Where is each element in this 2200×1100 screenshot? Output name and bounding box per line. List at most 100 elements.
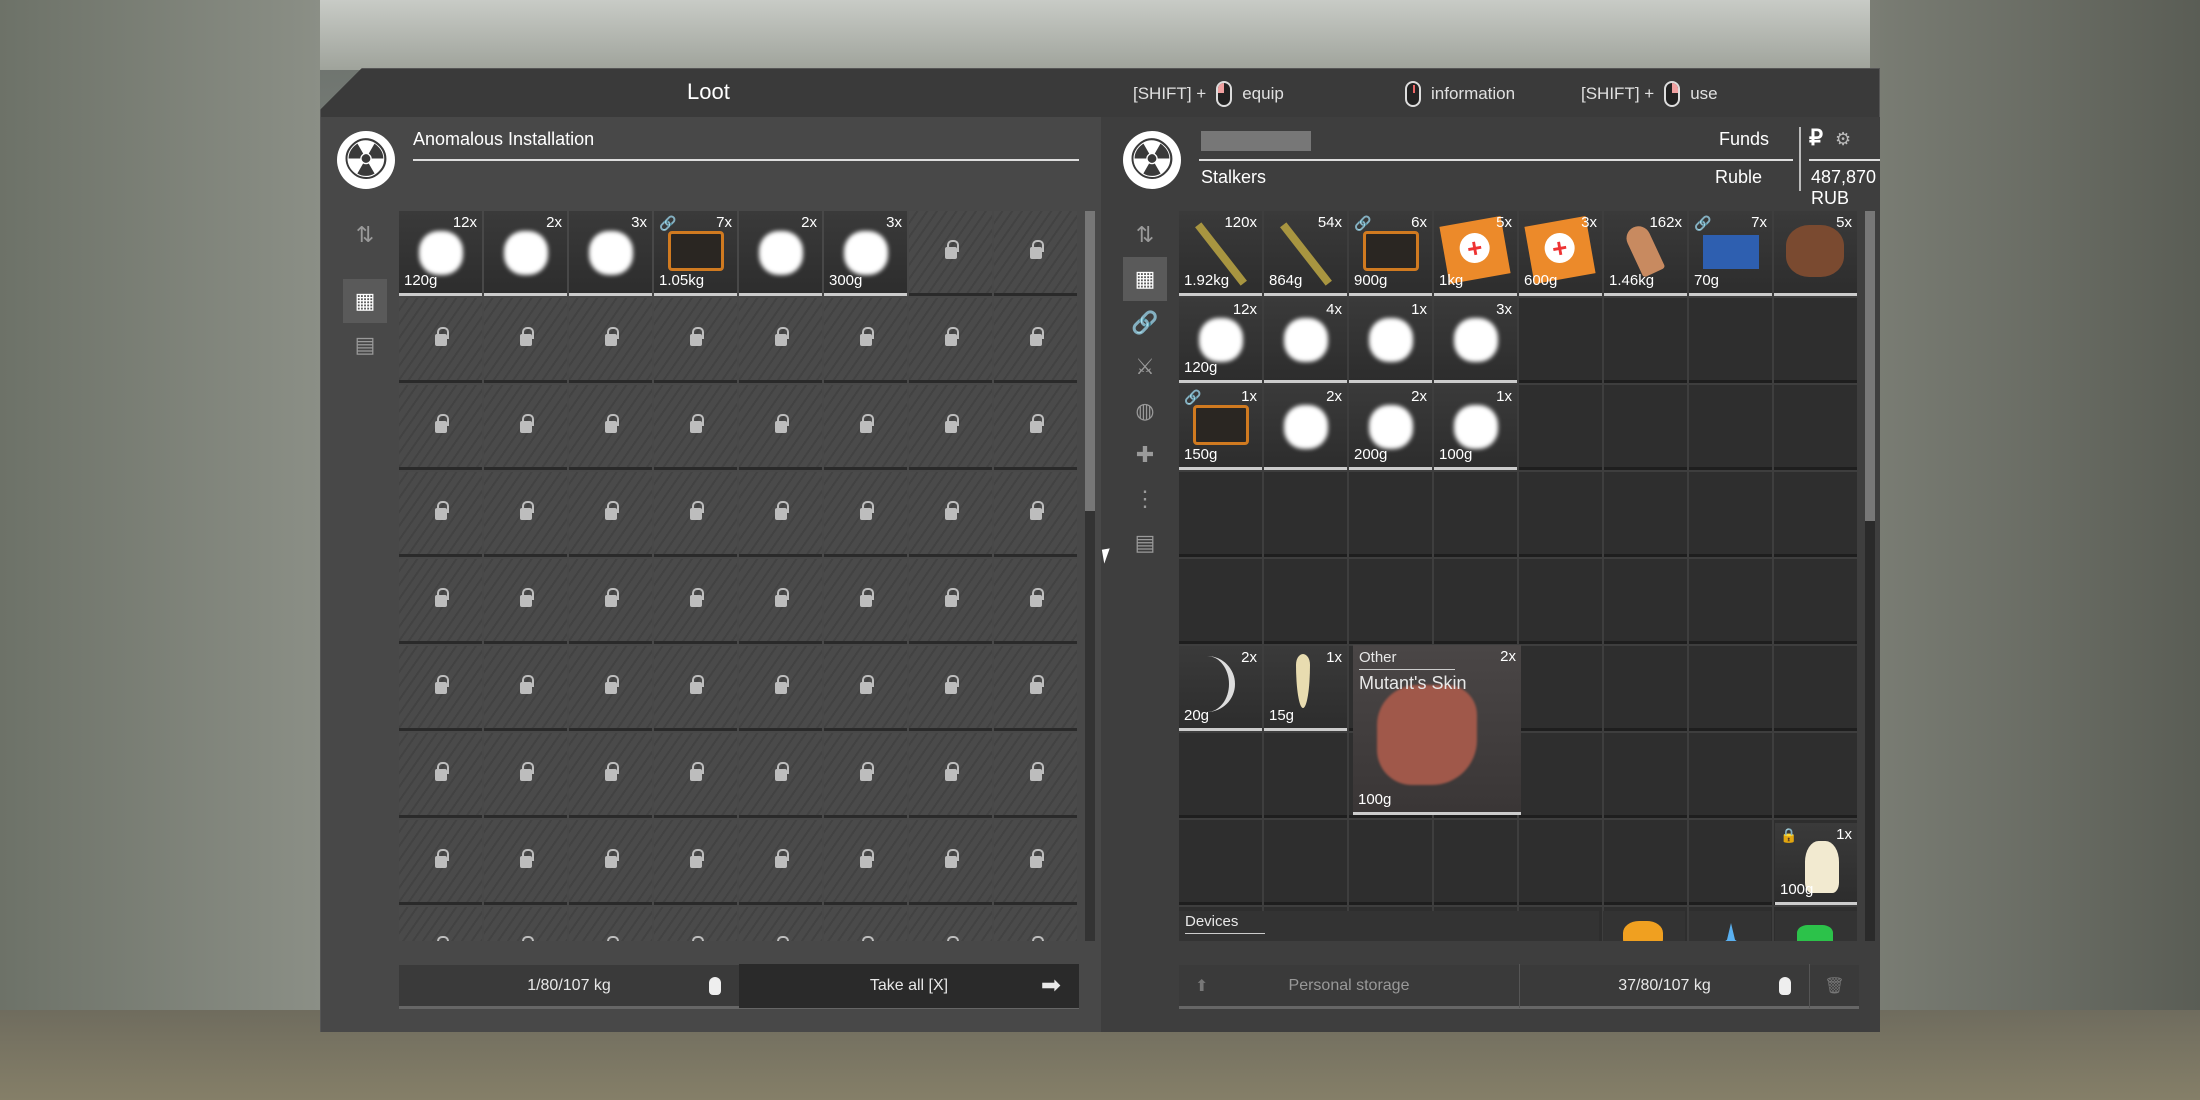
locked-slot (399, 646, 482, 731)
device-slot[interactable] (1775, 911, 1857, 941)
inventory-capacity: 37/80/107 kg (1618, 976, 1711, 994)
hint-label: information (1431, 84, 1516, 103)
sort-icon[interactable]: ⇅ (343, 213, 387, 257)
link-icon: 🔗 (659, 215, 677, 231)
item-qty: 1x (1836, 826, 1852, 843)
artifact-icon (504, 231, 548, 275)
locked-slot (994, 211, 1077, 296)
weight-icon (1779, 976, 1791, 995)
locked-slot (994, 385, 1077, 470)
storage-icon: ⬆ (1195, 977, 1209, 995)
locked-slot (484, 298, 567, 383)
item-qty: 2x (1500, 648, 1516, 665)
hint-use: [SHIFT] + use (1581, 81, 1718, 107)
locked-slot (909, 559, 992, 644)
container-name: Anomalous Installation (413, 129, 595, 149)
box-icon[interactable]: ▤ (1123, 521, 1167, 565)
locked-slot (399, 559, 482, 644)
locked-slot (569, 472, 652, 557)
mutant-skin-icon (1377, 685, 1477, 785)
locked-slot (824, 472, 907, 557)
background (1870, 0, 2200, 1100)
item-weight: 120g (404, 272, 438, 289)
locked-slot (484, 733, 567, 818)
gear-icon[interactable]: ⚙ (1835, 129, 1851, 150)
item-qty: 12x (452, 214, 477, 231)
locked-slot (994, 820, 1077, 905)
locked-slot (399, 907, 482, 941)
locked-slot (909, 733, 992, 818)
inventory-item[interactable]: 3x (569, 211, 652, 296)
inventory-item[interactable]: 2x (484, 211, 567, 296)
item-name: Mutant's Skin (1359, 673, 1467, 693)
locked-slot (824, 907, 907, 941)
locked-slot (739, 559, 822, 644)
artifact-icon[interactable]: ◍ (1123, 389, 1167, 433)
locked-slot (994, 298, 1077, 383)
weight-icon (709, 976, 721, 995)
inventory-item[interactable]: 2x (739, 211, 822, 296)
attachments-icon[interactable]: 🔗 (1123, 301, 1167, 345)
locked-slot (909, 820, 992, 905)
right-category-nav: ⇅ ▦ 🔗 ⚔ ◍ ✚ ⋮ ▤ (1123, 213, 1167, 565)
box-icon[interactable]: ▤ (343, 323, 387, 367)
locked-slot (399, 298, 482, 383)
locked-slot (484, 559, 567, 644)
inventory-item[interactable]: 🔗 7x 1.05kg (654, 211, 737, 296)
locked-slot (654, 472, 737, 557)
inventory-footer: ⬆ Personal storage 37/80/107 kg 🗑 (1179, 963, 1859, 1009)
locked-slot (569, 907, 652, 941)
grid-icon[interactable]: ▦ (343, 279, 387, 323)
device-slot[interactable] (1603, 911, 1685, 941)
bag-item[interactable]: 🔒 1x 100g (1775, 823, 1857, 905)
locked-slot (824, 820, 907, 905)
take-all-button[interactable]: Take all [X] ➡ (739, 963, 1079, 1008)
mutant-skin-tooltip-item[interactable]: Other Mutant's Skin 2x 100g (1353, 645, 1521, 815)
medkit-icon[interactable]: ✚ (1123, 433, 1167, 477)
ammo-icon[interactable]: ⋮ (1123, 477, 1167, 521)
inventory-item[interactable]: 3x 300g (824, 211, 907, 296)
inventory-item[interactable]: 12x 120g (399, 211, 482, 296)
artifact-icon (589, 231, 633, 275)
locked-slot (909, 211, 992, 296)
ruble-icon: ₽ (1809, 125, 1823, 150)
locked-slot (994, 559, 1077, 644)
locked-slot (824, 733, 907, 818)
funds-label: Funds (1719, 129, 1770, 149)
locked-slot (654, 820, 737, 905)
trash-button[interactable]: 🗑 (1809, 963, 1859, 1008)
divider (413, 159, 1079, 161)
weapon-icon[interactable]: ⚔ (1123, 345, 1167, 389)
divider (1359, 669, 1455, 670)
device-slot[interactable] (1689, 911, 1771, 941)
locked-slot (399, 820, 482, 905)
locked-slot (569, 559, 652, 644)
divider (1185, 933, 1265, 934)
trash-icon: 🗑 (1824, 977, 1845, 995)
player-name-redacted (1201, 131, 1311, 151)
artifact-icon (419, 231, 463, 275)
personal-storage-button[interactable]: ⬆ Personal storage (1179, 964, 1519, 1008)
grid-icon[interactable]: ▦ (1123, 257, 1167, 301)
hint-label: equip (1242, 84, 1284, 103)
item-qty: 3x (886, 214, 902, 231)
locked-slot (654, 907, 737, 941)
locked-slot (909, 385, 992, 470)
artifact-icon (844, 231, 888, 275)
loot-capacity: 1/80/107 kg (527, 976, 611, 994)
inventory-items: Other Mutant's Skin 2x 100g 🔒 1x 100g De… (1179, 211, 1857, 941)
hint-equip: [SHIFT] + equip (1133, 81, 1284, 107)
loot-window: Loot [SHIFT] + equip information [SHIFT]… (320, 68, 1880, 1032)
sort-icon[interactable]: ⇅ (1123, 213, 1167, 257)
item-qty: 2x (801, 214, 817, 231)
locked-slot (484, 646, 567, 731)
inventory-scrollbar[interactable] (1865, 211, 1875, 941)
player-inventory-panel: ☢ Stalkers Funds Ruble ₽ ⚙ 487,870 RUB ⇅… (1101, 117, 1880, 1032)
hint-prefix: [SHIFT] + (1133, 84, 1207, 103)
locked-slot (739, 733, 822, 818)
loot-scrollbar[interactable] (1085, 211, 1095, 941)
locked-slot (909, 907, 992, 941)
locked-slot (569, 646, 652, 731)
funds-value: 487,870 RUB (1811, 167, 1877, 208)
hint-label: use (1690, 84, 1718, 103)
